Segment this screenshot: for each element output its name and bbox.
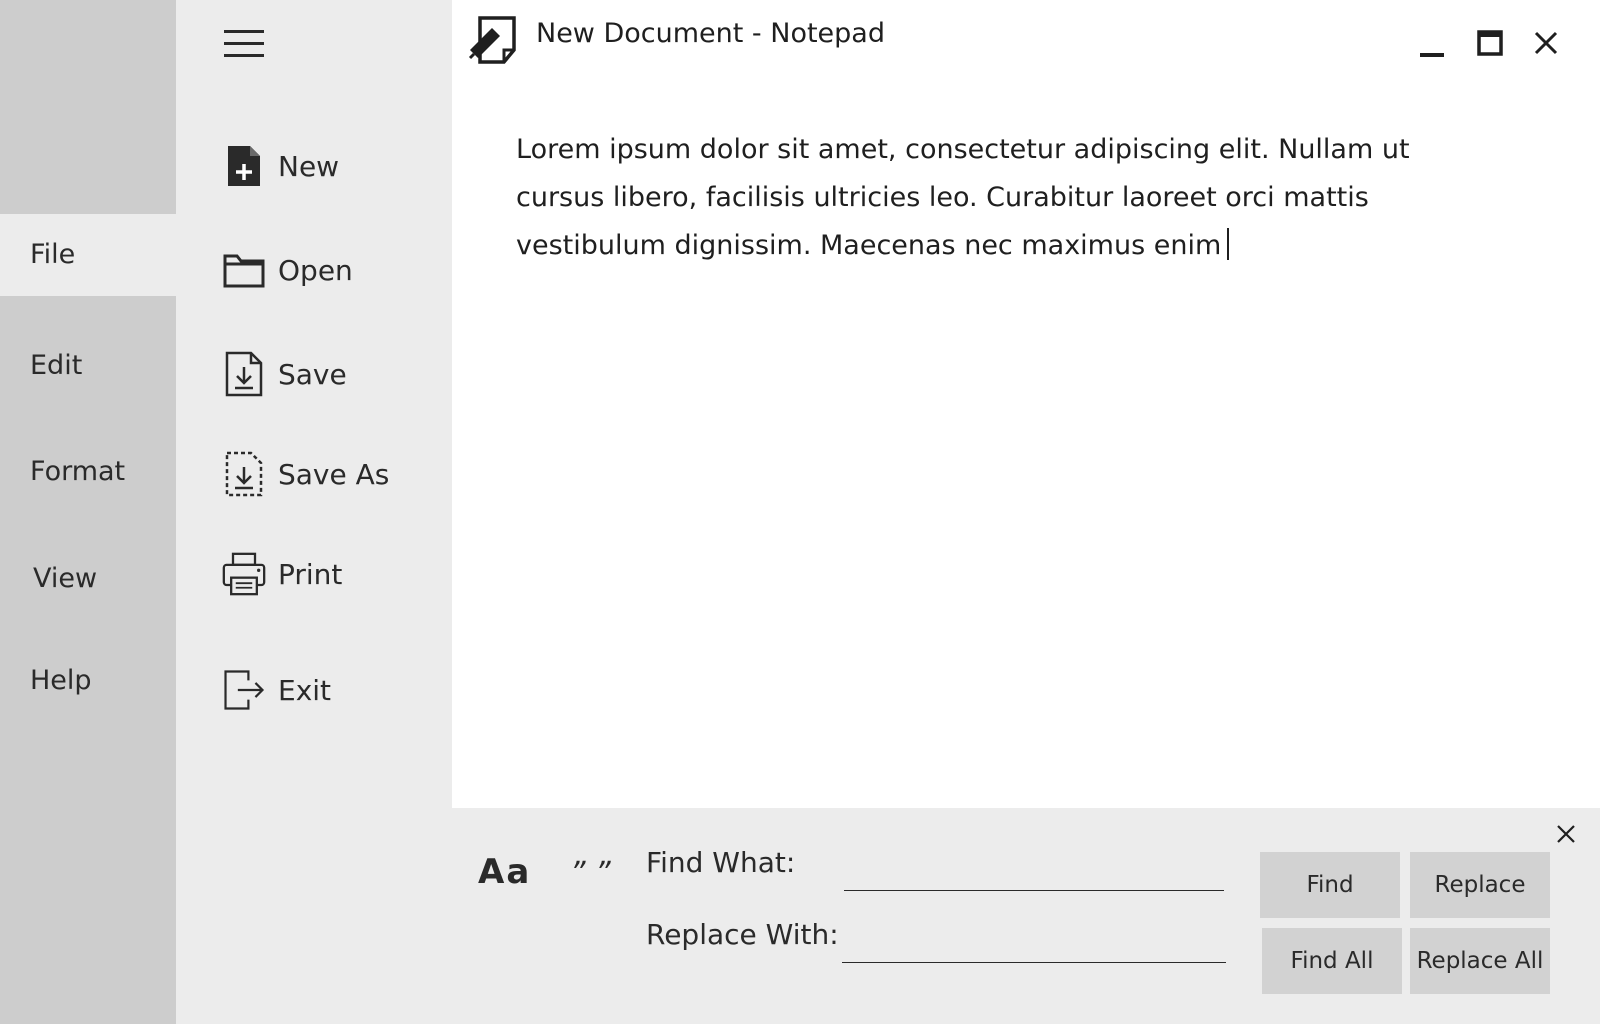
file-menu-exit[interactable]: Exit <box>222 660 331 720</box>
exit-icon <box>222 664 266 716</box>
menu-item-file[interactable]: File <box>0 214 176 296</box>
menu-item-format[interactable]: Format <box>0 431 176 513</box>
replace-with-input[interactable] <box>842 926 1226 963</box>
menu-item-edit[interactable]: Edit <box>0 325 176 407</box>
text-caret <box>1227 228 1230 260</box>
text-editor[interactable]: Lorem ipsum dolor sit amet, consectetur … <box>452 80 1600 808</box>
file-menu-print-label: Print <box>278 557 343 591</box>
window-title: New Document - Notepad <box>536 18 885 49</box>
menu-rail: File Edit Format View Help <box>0 0 176 1024</box>
file-menu-open[interactable]: Open <box>222 240 353 300</box>
editor-text: Lorem ipsum dolor sit amet, consectetur … <box>516 134 1410 261</box>
folder-icon <box>222 244 266 296</box>
find-button[interactable]: Find <box>1260 852 1400 918</box>
notepad-app-icon <box>468 16 518 64</box>
file-menu-new-label: New <box>278 149 340 183</box>
find-replace-panel: Aa ” ” Find What: Replace With: Find Rep… <box>452 808 1600 1024</box>
save-as-icon <box>222 448 266 500</box>
new-file-icon <box>222 140 266 192</box>
file-menu-new[interactable]: New <box>222 136 339 196</box>
file-menu-exit-label: Exit <box>278 673 332 707</box>
editor-content[interactable]: Lorem ipsum dolor sit amet, consectetur … <box>516 126 1436 270</box>
find-all-button[interactable]: Find All <box>1262 928 1402 994</box>
find-what-label: Find What: <box>646 846 796 879</box>
close-find-panel-button[interactable] <box>1552 820 1580 848</box>
file-menu-save[interactable]: Save <box>222 344 347 404</box>
replace-all-button[interactable]: Replace All <box>1410 928 1550 994</box>
menu-item-view[interactable]: View <box>0 538 176 620</box>
file-menu-print[interactable]: Print <box>222 544 342 604</box>
file-menu-save-as[interactable]: Save As <box>222 444 389 504</box>
maximize-button[interactable] <box>1466 20 1514 66</box>
menu-item-help[interactable]: Help <box>0 640 176 722</box>
file-menu-save-as-label: Save As <box>278 457 390 491</box>
file-menu-save-label: Save <box>278 357 347 391</box>
file-menu-open-label: Open <box>278 253 353 287</box>
match-case-toggle[interactable]: Aa <box>478 852 531 892</box>
whole-word-toggle[interactable]: ” ” <box>570 856 611 891</box>
close-window-button[interactable] <box>1522 20 1570 66</box>
find-what-input[interactable] <box>844 854 1224 891</box>
minimize-button[interactable] <box>1408 20 1456 66</box>
printer-icon <box>222 548 266 600</box>
save-icon <box>222 348 266 400</box>
hamburger-menu-icon[interactable] <box>224 30 264 60</box>
file-menu-panel: New Open Save Save As Print Exit <box>176 0 452 1024</box>
title-bar: New Document - Notepad <box>452 0 1600 80</box>
replace-button[interactable]: Replace <box>1410 852 1550 918</box>
replace-with-label: Replace With: <box>646 918 839 951</box>
